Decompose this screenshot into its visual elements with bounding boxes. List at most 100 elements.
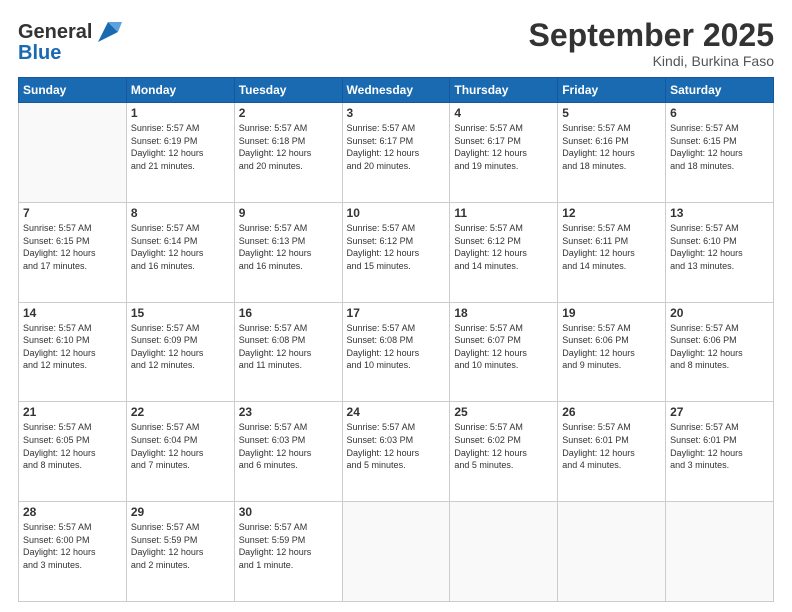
calendar-cell: 20 Sunrise: 5:57 AM Sunset: 6:06 PM Dayli… [666,302,774,402]
calendar-cell: 18Sunrise: 5:57 AM Sunset: 6:07 PM Dayli… [450,302,558,402]
day-number: 23 [239,405,338,419]
day-info: Sunrise: 5:57 AM Sunset: 6:02 PM Dayligh… [454,421,553,471]
day-number: 15 [131,306,230,320]
calendar-cell [450,502,558,602]
day-number: 10 [347,206,446,220]
day-info: Sunrise: 5:57 AM Sunset: 6:15 PM Dayligh… [23,222,122,272]
day-number: 28 [23,505,122,519]
logo-blue: Blue [18,42,61,64]
day-number: 3 [347,106,446,120]
day-info: Sunrise: 5:57 AM Sunset: 6:04 PM Dayligh… [131,421,230,471]
day-header-wednesday: Wednesday [342,78,450,103]
day-number: 25 [454,405,553,419]
calendar-week-3: 14 Sunrise: 5:57 AM Sunset: 6:10 PM Dayli… [19,302,774,402]
calendar-cell: 19 Sunrise: 5:57 AM Sunset: 6:06 PM Dayli… [558,302,666,402]
day-info: Sunrise: 5:57 AM Sunset: 6:01 PM Dayligh… [562,421,661,471]
page: General Blue September 2025 Kindi, Burki… [0,0,792,612]
calendar-cell: 24 Sunrise: 5:57 AM Sunset: 6:03 PM Dayli… [342,402,450,502]
location: Kindi, Burkina Faso [529,53,774,69]
day-number: 8 [131,206,230,220]
calendar-cell: 21 Sunrise: 5:57 AM Sunset: 6:05 PM Dayli… [19,402,127,502]
day-info: Sunrise: 5:57 AM Sunset: 6:13 PM Dayligh… [239,222,338,272]
month-title: September 2025 [529,18,774,53]
day-header-thursday: Thursday [450,78,558,103]
calendar-cell: 4Sunrise: 5:57 AM Sunset: 6:17 PM Daylig… [450,103,558,203]
day-number: 7 [23,206,122,220]
calendar-cell: 8 Sunrise: 5:57 AM Sunset: 6:14 PM Daylig… [126,202,234,302]
day-number: 14 [23,306,122,320]
day-info: Sunrise: 5:57 AM Sunset: 6:01 PM Dayligh… [670,421,769,471]
day-info: Sunrise: 5:57 AM Sunset: 6:17 PM Dayligh… [347,122,446,172]
day-number: 19 [562,306,661,320]
day-info: Sunrise: 5:57 AM Sunset: 6:14 PM Dayligh… [131,222,230,272]
calendar-cell: 28Sunrise: 5:57 AM Sunset: 6:00 PM Dayli… [19,502,127,602]
calendar-cell: 22Sunrise: 5:57 AM Sunset: 6:04 PM Dayli… [126,402,234,502]
day-number: 13 [670,206,769,220]
logo: General Blue [18,18,122,64]
day-number: 11 [454,206,553,220]
day-info: Sunrise: 5:57 AM Sunset: 6:03 PM Dayligh… [347,421,446,471]
day-info: Sunrise: 5:57 AM Sunset: 6:05 PM Dayligh… [23,421,122,471]
logo-general: General [18,21,92,43]
calendar-cell: 2 Sunrise: 5:57 AM Sunset: 6:18 PM Daylig… [234,103,342,203]
day-number: 17 [347,306,446,320]
calendar-cell: 29Sunrise: 5:57 AM Sunset: 5:59 PM Dayli… [126,502,234,602]
calendar-cell: 10 Sunrise: 5:57 AM Sunset: 6:12 PM Dayli… [342,202,450,302]
calendar-cell: 30Sunrise: 5:57 AM Sunset: 5:59 PM Dayli… [234,502,342,602]
calendar-cell [558,502,666,602]
title-block: September 2025 Kindi, Burkina Faso [529,18,774,69]
day-info: Sunrise: 5:57 AM Sunset: 6:18 PM Dayligh… [239,122,338,172]
day-number: 6 [670,106,769,120]
day-info: Sunrise: 5:57 AM Sunset: 6:06 PM Dayligh… [670,322,769,372]
calendar-cell [666,502,774,602]
day-info: Sunrise: 5:57 AM Sunset: 6:09 PM Dayligh… [131,322,230,372]
day-info: Sunrise: 5:57 AM Sunset: 5:59 PM Dayligh… [239,521,338,571]
day-number: 16 [239,306,338,320]
day-number: 5 [562,106,661,120]
day-header-saturday: Saturday [666,78,774,103]
calendar-cell: 13 Sunrise: 5:57 AM Sunset: 6:10 PM Dayli… [666,202,774,302]
day-info: Sunrise: 5:57 AM Sunset: 6:08 PM Dayligh… [347,322,446,372]
day-header-tuesday: Tuesday [234,78,342,103]
day-number: 12 [562,206,661,220]
calendar-cell: 9 Sunrise: 5:57 AM Sunset: 6:13 PM Daylig… [234,202,342,302]
day-info: Sunrise: 5:57 AM Sunset: 6:10 PM Dayligh… [670,222,769,272]
day-info: Sunrise: 5:57 AM Sunset: 6:15 PM Dayligh… [670,122,769,172]
calendar-cell [342,502,450,602]
calendar-cell: 6 Sunrise: 5:57 AM Sunset: 6:15 PM Daylig… [666,103,774,203]
day-header-monday: Monday [126,78,234,103]
day-info: Sunrise: 5:57 AM Sunset: 6:11 PM Dayligh… [562,222,661,272]
day-number: 20 [670,306,769,320]
calendar-cell: 25 Sunrise: 5:57 AM Sunset: 6:02 PM Dayli… [450,402,558,502]
calendar-cell: 26 Sunrise: 5:57 AM Sunset: 6:01 PM Dayli… [558,402,666,502]
day-info: Sunrise: 5:57 AM Sunset: 6:10 PM Dayligh… [23,322,122,372]
day-number: 26 [562,405,661,419]
calendar-cell: 5 Sunrise: 5:57 AM Sunset: 6:16 PM Daylig… [558,103,666,203]
day-number: 21 [23,405,122,419]
day-number: 9 [239,206,338,220]
day-number: 2 [239,106,338,120]
day-info: Sunrise: 5:57 AM Sunset: 6:17 PM Dayligh… [454,122,553,172]
day-info: Sunrise: 5:57 AM Sunset: 6:16 PM Dayligh… [562,122,661,172]
calendar-cell: 15 Sunrise: 5:57 AM Sunset: 6:09 PM Dayli… [126,302,234,402]
calendar-cell: 1Sunrise: 5:57 AM Sunset: 6:19 PM Daylig… [126,103,234,203]
day-info: Sunrise: 5:57 AM Sunset: 6:07 PM Dayligh… [454,322,553,372]
day-number: 24 [347,405,446,419]
calendar-cell: 27Sunrise: 5:57 AM Sunset: 6:01 PM Dayli… [666,402,774,502]
day-header-friday: Friday [558,78,666,103]
header: General Blue September 2025 Kindi, Burki… [18,18,774,69]
calendar-cell: 12 Sunrise: 5:57 AM Sunset: 6:11 PM Dayli… [558,202,666,302]
calendar-cell: 14 Sunrise: 5:57 AM Sunset: 6:10 PM Dayli… [19,302,127,402]
calendar-table: SundayMondayTuesdayWednesdayThursdayFrid… [18,77,774,602]
logo-icon [94,18,122,46]
day-info: Sunrise: 5:57 AM Sunset: 6:12 PM Dayligh… [347,222,446,272]
day-info: Sunrise: 5:57 AM Sunset: 6:06 PM Dayligh… [562,322,661,372]
day-info: Sunrise: 5:57 AM Sunset: 6:12 PM Dayligh… [454,222,553,272]
calendar-cell: 16Sunrise: 5:57 AM Sunset: 6:08 PM Dayli… [234,302,342,402]
day-header-sunday: Sunday [19,78,127,103]
calendar-cell: 17 Sunrise: 5:57 AM Sunset: 6:08 PM Dayli… [342,302,450,402]
day-number: 1 [131,106,230,120]
calendar-cell: 3 Sunrise: 5:57 AM Sunset: 6:17 PM Daylig… [342,103,450,203]
calendar-week-2: 7 Sunrise: 5:57 AM Sunset: 6:15 PM Daylig… [19,202,774,302]
day-info: Sunrise: 5:57 AM Sunset: 6:03 PM Dayligh… [239,421,338,471]
